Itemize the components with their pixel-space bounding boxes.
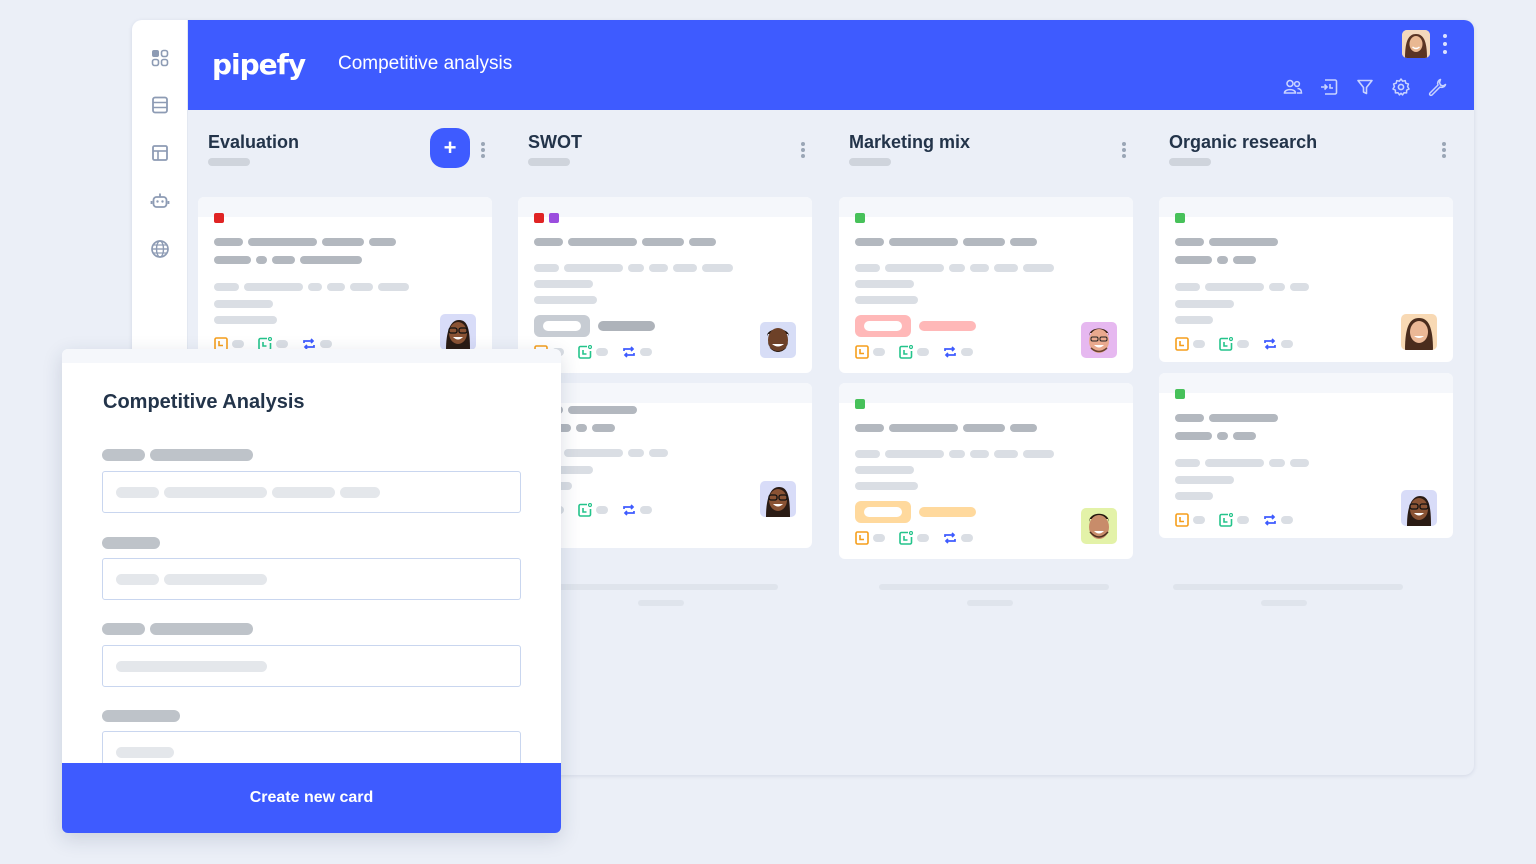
placeholder-line <box>879 584 1109 590</box>
label-tag <box>534 213 544 223</box>
field-badge <box>855 315 911 337</box>
pipe-toolbar <box>1282 76 1448 98</box>
repeat-icon <box>1264 514 1276 526</box>
repeat-icon <box>944 346 956 358</box>
field-label <box>102 710 180 722</box>
placeholder-line <box>967 600 1013 606</box>
placeholder-line <box>638 600 684 606</box>
repeat-icon <box>623 346 635 358</box>
globe-icon[interactable] <box>149 238 171 260</box>
assignee-avatar <box>1401 490 1437 526</box>
form-field-input[interactable] <box>102 558 521 600</box>
kanban-card[interactable] <box>839 383 1133 559</box>
database-icon[interactable] <box>149 94 171 116</box>
wrench-icon[interactable] <box>1426 76 1448 98</box>
label-tag <box>1175 389 1185 399</box>
label-tag <box>1175 213 1185 223</box>
phase-more-menu[interactable] <box>1121 142 1127 158</box>
time-in-phase-icon <box>1219 513 1233 527</box>
apps-grid-icon[interactable] <box>149 47 171 69</box>
label-tag <box>214 213 224 223</box>
assignee-avatar <box>1081 322 1117 358</box>
kanban-card[interactable] <box>198 197 492 372</box>
add-card-button[interactable]: + <box>430 128 470 168</box>
due-date-icon <box>855 345 869 359</box>
phase-title: Marketing mix <box>849 132 971 152</box>
create-card-modal: Competitive Analysis Create new card <box>62 349 561 833</box>
time-in-phase-icon <box>899 345 913 359</box>
assignee-avatar <box>1401 314 1437 350</box>
phase-more-menu[interactable] <box>480 142 486 158</box>
phase-title: Organic research <box>1169 132 1318 152</box>
pipe-title: Competitive analysis <box>338 53 513 74</box>
create-new-card-button[interactable]: Create new card <box>62 763 561 833</box>
phase-card-count <box>849 158 891 166</box>
time-in-phase-icon <box>899 531 913 545</box>
assignee-avatar <box>760 481 796 517</box>
placeholder-line <box>558 584 778 590</box>
repeat-icon <box>623 504 635 516</box>
field-label <box>102 623 253 635</box>
phase-card-count <box>208 158 250 166</box>
label-tag <box>855 399 865 409</box>
assignee-avatar <box>1081 508 1117 544</box>
filter-icon[interactable] <box>1354 76 1376 98</box>
kanban-card[interactable] <box>839 197 1133 373</box>
time-in-phase-icon <box>1219 337 1233 351</box>
placeholder-line <box>1261 600 1307 606</box>
phase-card-count <box>528 158 570 166</box>
label-tag <box>855 213 865 223</box>
repeat-icon <box>1264 338 1276 350</box>
time-in-phase-icon <box>578 345 592 359</box>
label-tag <box>549 213 559 223</box>
phase-title: Evaluation <box>208 132 300 152</box>
phase-more-menu[interactable] <box>1441 142 1447 158</box>
modal-title: Competitive Analysis <box>103 391 305 413</box>
kanban-card[interactable] <box>518 383 812 548</box>
field-badge <box>534 315 590 337</box>
user-avatar[interactable] <box>1402 30 1430 58</box>
members-icon[interactable] <box>1282 76 1304 98</box>
due-date-icon <box>855 531 869 545</box>
repeat-icon <box>944 532 956 544</box>
import-icon[interactable] <box>1318 76 1340 98</box>
field-badge <box>855 501 911 523</box>
time-in-phase-icon <box>578 503 592 517</box>
assignee-avatar <box>440 314 476 350</box>
phase-title: SWOT <box>528 132 582 152</box>
kanban-card[interactable] <box>518 197 812 373</box>
assignee-avatar <box>760 322 796 358</box>
layout-icon[interactable] <box>149 142 171 164</box>
form-field-input[interactable] <box>102 645 521 687</box>
form-field-input[interactable] <box>102 471 521 513</box>
placeholder-line <box>1173 584 1403 590</box>
header-more-menu[interactable] <box>1442 34 1448 54</box>
phase-more-menu[interactable] <box>800 142 806 158</box>
pipefy-logo[interactable]: pipefy <box>212 48 306 81</box>
robot-icon[interactable] <box>149 190 171 212</box>
due-date-icon <box>1175 337 1189 351</box>
field-label <box>102 449 253 461</box>
due-date-icon <box>1175 513 1189 527</box>
kanban-card[interactable] <box>1159 197 1453 362</box>
kanban-card[interactable] <box>1159 373 1453 538</box>
settings-icon[interactable] <box>1390 76 1412 98</box>
field-label <box>102 537 160 549</box>
phase-card-count <box>1169 158 1211 166</box>
pipe-header: pipefy Competitive analysis <box>188 20 1474 110</box>
